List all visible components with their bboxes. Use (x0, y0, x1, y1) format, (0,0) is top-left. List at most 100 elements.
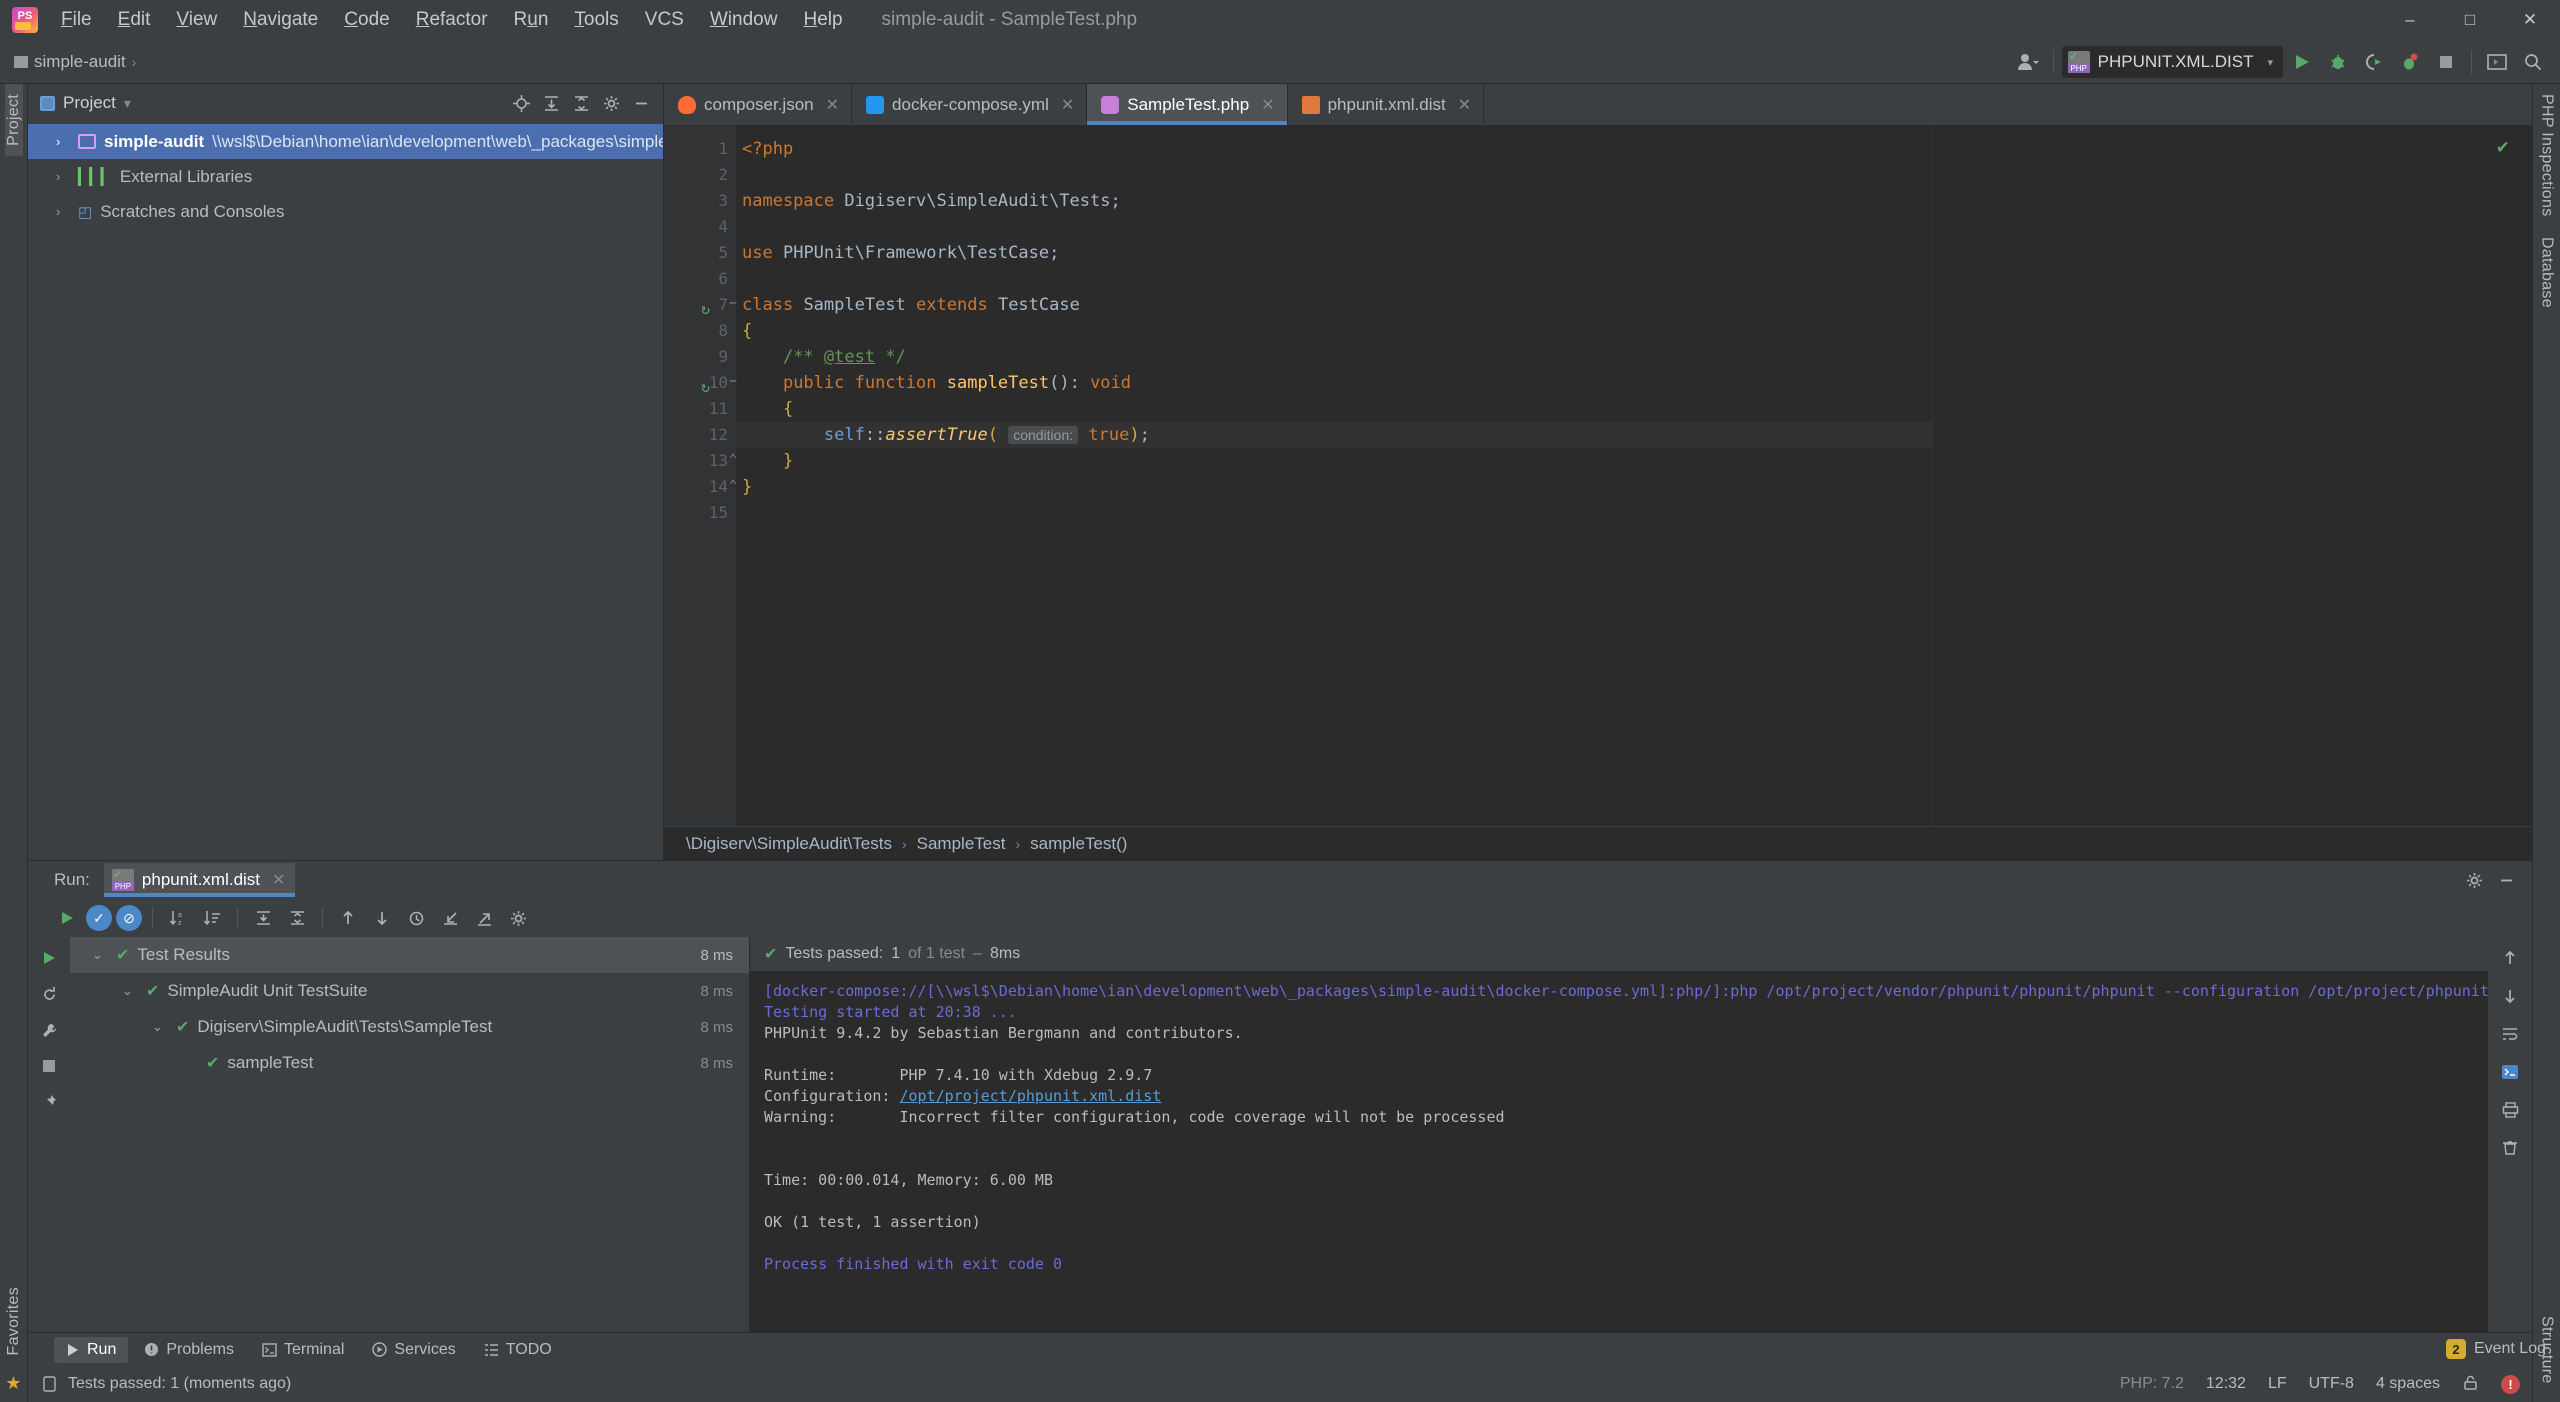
menu-navigate[interactable]: Navigate (230, 5, 331, 35)
menu-help[interactable]: Help (790, 5, 855, 35)
expand-all-icon[interactable] (248, 903, 278, 933)
tool-button-run[interactable]: Run (54, 1337, 128, 1363)
tool-button-todo[interactable]: TODO (472, 1337, 564, 1363)
chevron-right-icon[interactable]: › (56, 204, 70, 219)
tool-button-terminal[interactable]: Terminal (250, 1337, 356, 1363)
gear-icon[interactable] (597, 89, 625, 117)
test-settings-icon[interactable] (503, 903, 533, 933)
line-number[interactable]: 9 (664, 344, 736, 370)
run-configuration-selector[interactable]: PHPUNIT.XML.DIST ▾ (2062, 46, 2283, 78)
clear-all-icon[interactable] (2495, 1133, 2525, 1163)
hide-panel-icon[interactable] (627, 89, 655, 117)
lock-icon[interactable] (2462, 1374, 2479, 1395)
chevron-right-icon[interactable]: › (56, 134, 70, 149)
line-number[interactable]: 2 (664, 162, 736, 188)
file-encoding[interactable]: UTF-8 (2309, 1375, 2354, 1393)
line-number[interactable]: 8 (664, 318, 736, 344)
tree-row-simple-audit[interactable]: › simple-audit \\wsl$\Debian\home\ian\de… (28, 124, 663, 159)
line-separator[interactable]: LF (2268, 1375, 2287, 1393)
code-line[interactable] (736, 266, 1932, 292)
chevron-right-icon[interactable]: › (56, 169, 70, 184)
sort-alphabetically-icon[interactable]: az (163, 903, 193, 933)
code-line[interactable]: } (736, 448, 1932, 474)
close-icon[interactable]: ✕ (272, 870, 285, 890)
scroll-up-icon[interactable] (2495, 943, 2525, 973)
stop-icon[interactable] (34, 1051, 64, 1081)
tool-button-services[interactable]: Services (360, 1337, 467, 1363)
sort-by-duration-icon[interactable] (197, 903, 227, 933)
line-number[interactable]: 5 (664, 240, 736, 266)
line-number[interactable]: 11 (664, 396, 736, 422)
hide-ignored-toggle[interactable]: ⊘ (116, 905, 142, 931)
tab-phpunit-xml-dist[interactable]: phpunit.xml.dist ✕ (1288, 84, 1485, 125)
menu-file[interactable]: File (48, 5, 105, 35)
next-failed-test-icon[interactable] (367, 903, 397, 933)
prev-failed-test-icon[interactable] (333, 903, 363, 933)
tree-row-scratches[interactable]: › ◰ Scratches and Consoles (28, 194, 663, 229)
caret-position[interactable]: 12:32 (2206, 1375, 2246, 1393)
breadcrumb-method[interactable]: sampleTest() (1030, 834, 1127, 854)
pin-icon[interactable] (34, 1087, 64, 1117)
rail-button-database[interactable]: Database (2538, 227, 2556, 318)
status-message[interactable]: Tests passed: 1 (moments ago) (68, 1375, 291, 1393)
terminal-toggle-icon[interactable] (2480, 45, 2514, 79)
menu-vcs[interactable]: VCS (632, 5, 697, 35)
import-test-results-icon[interactable] (435, 903, 465, 933)
code-line[interactable]: use PHPUnit\Framework\TestCase; (736, 240, 1932, 266)
tool-button-problems[interactable]: Problems (132, 1337, 246, 1363)
rail-button-php-inspections[interactable]: PHP Inspections (2538, 84, 2556, 227)
code-line[interactable]: self::assertTrue( condition: true); (736, 422, 1932, 448)
line-number[interactable]: 14⌃ (664, 474, 736, 500)
php-version-indicator[interactable]: PHP: 7.2 (2120, 1375, 2184, 1393)
menu-tools[interactable]: Tools (561, 5, 631, 35)
code-line[interactable]: namespace Digiserv\SimpleAudit\Tests; (736, 188, 1932, 214)
code-line[interactable]: { (736, 318, 1932, 344)
test-results-tree[interactable]: ⌄✔Test Results8 ms⌄✔SimpleAudit Unit Tes… (70, 937, 750, 1332)
scroll-down-icon[interactable] (2495, 981, 2525, 1011)
line-number[interactable]: 7↻− (664, 292, 736, 318)
code-line[interactable]: class SampleTest extends TestCase (736, 292, 1932, 318)
menu-view[interactable]: View (163, 5, 230, 35)
run-tab-phpunit[interactable]: phpunit.xml.dist ✕ (104, 863, 296, 897)
line-number[interactable]: 15 (664, 500, 736, 526)
minimize-button[interactable]: – (2380, 0, 2440, 40)
editor-gutter[interactable]: 1234567↻−8910↻−111213⌃14⌃15 (664, 126, 736, 826)
chevron-down-icon[interactable]: ⌄ (152, 1019, 168, 1035)
line-number[interactable]: 13⌃ (664, 448, 736, 474)
locate-file-icon[interactable] (507, 89, 535, 117)
run-button[interactable] (2285, 45, 2319, 79)
event-log-label[interactable]: Event Log (2474, 1340, 2546, 1358)
wrench-icon[interactable] (34, 1015, 64, 1045)
rail-button-project[interactable]: Project (5, 84, 23, 156)
rail-button-favorites[interactable]: Favorites (5, 1277, 23, 1366)
code-line[interactable]: { (736, 396, 1932, 422)
menu-run[interactable]: Run (501, 5, 562, 35)
menu-refactor[interactable]: Refactor (403, 5, 501, 35)
error-indicator-icon[interactable]: ! (2501, 1375, 2520, 1394)
code-line[interactable] (736, 214, 1932, 240)
code-line[interactable] (736, 500, 1932, 526)
line-number[interactable]: 6 (664, 266, 736, 292)
code-line[interactable]: /** @test */ (736, 344, 1932, 370)
tab-sampletest-php[interactable]: SampleTest.php ✕ (1087, 84, 1287, 125)
rerun-icon[interactable] (34, 943, 64, 973)
tree-row-external-libraries[interactable]: › ▎▎▎ External Libraries (28, 159, 663, 194)
line-number[interactable]: 12 (664, 422, 736, 448)
user-account-icon[interactable] (2011, 45, 2045, 79)
code-line[interactable]: } (736, 474, 1932, 500)
line-number[interactable]: 10↻− (664, 370, 736, 396)
collapse-all-icon[interactable] (282, 903, 312, 933)
rerun-failed-icon[interactable] (34, 979, 64, 1009)
close-icon[interactable]: ✕ (1061, 95, 1074, 115)
close-button[interactable]: ✕ (2500, 0, 2560, 40)
close-icon[interactable]: ✕ (1261, 95, 1274, 115)
expand-all-icon[interactable] (537, 89, 565, 117)
show-passed-toggle[interactable]: ✓ (86, 905, 112, 931)
print-icon[interactable] (2495, 1095, 2525, 1125)
search-icon[interactable] (2516, 45, 2550, 79)
debug-button[interactable] (2321, 45, 2355, 79)
maximize-button[interactable]: □ (2440, 0, 2500, 40)
test-tree-row[interactable]: ⌄✔Test Results8 ms (70, 937, 749, 973)
project-panel-title[interactable]: Project ▾ (40, 93, 131, 113)
code-content[interactable]: <?php namespace Digiserv\SimpleAudit\Tes… (736, 126, 1932, 826)
